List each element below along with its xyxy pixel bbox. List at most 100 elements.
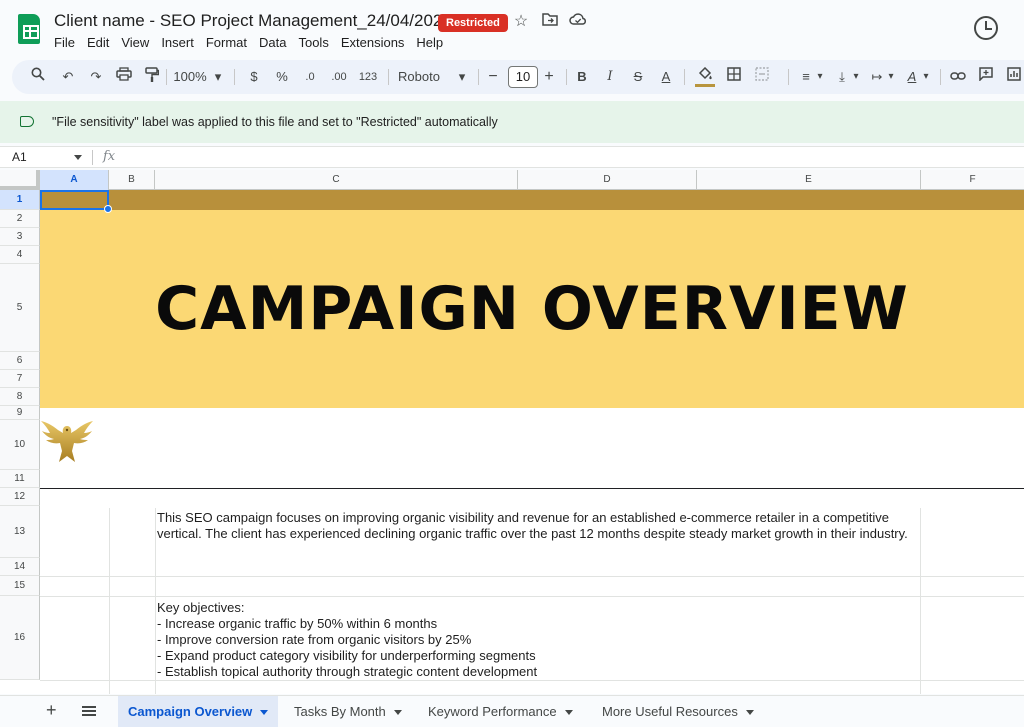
column-header-f[interactable]: F — [921, 170, 1024, 190]
format-currency-button[interactable]: $ — [246, 67, 262, 87]
strikethrough-icon[interactable]: S — [630, 67, 646, 87]
insert-link-icon[interactable] — [948, 67, 968, 87]
column-header-b[interactable]: B — [109, 170, 155, 190]
row-header[interactable]: 1 — [0, 190, 40, 210]
text-color-button[interactable]: A — [658, 67, 674, 87]
menu-view[interactable]: View — [115, 34, 155, 52]
tab-label: Campaign Overview — [128, 704, 253, 719]
menu-extensions[interactable]: Extensions — [335, 34, 411, 52]
spreadsheet-grid[interactable]: A B C D E F 1 2 3 4 5 6 7 8 9 10 11 12 1… — [0, 170, 1024, 694]
column-header-row: A B C D E F — [0, 170, 1024, 190]
horizontal-align-icon[interactable]: ≡ — [798, 67, 814, 87]
cloud-saved-icon[interactable] — [568, 12, 588, 32]
italic-button[interactable]: I — [602, 67, 618, 87]
insert-comment-icon[interactable] — [976, 67, 996, 87]
menu-data[interactable]: Data — [253, 34, 292, 52]
fill-handle[interactable] — [104, 205, 112, 213]
tab-campaign-overview[interactable]: Campaign Overview — [118, 696, 279, 727]
menu-format[interactable]: Format — [200, 34, 253, 52]
column-header-d[interactable]: D — [518, 170, 697, 190]
cell-area[interactable]: CAMPAIGN OVERVIEW This SEO campaign focu… — [40, 190, 1024, 694]
wrap-caret-icon[interactable]: ▾ — [886, 67, 896, 87]
paint-format-icon[interactable] — [142, 67, 162, 87]
row-header[interactable]: 12 — [0, 488, 40, 506]
menu-tools[interactable]: Tools — [292, 34, 334, 52]
version-history-icon[interactable] — [974, 16, 998, 40]
row-header[interactable]: 9 — [0, 406, 40, 420]
menu-help[interactable]: Help — [410, 34, 449, 52]
row-header[interactable]: 8 — [0, 388, 40, 406]
row-header[interactable]: 15 — [0, 576, 40, 596]
redo-icon[interactable]: ↷ — [86, 67, 106, 87]
menu-insert[interactable]: Insert — [155, 34, 200, 52]
borders-icon[interactable] — [724, 67, 744, 87]
move-folder-icon[interactable] — [540, 12, 560, 32]
print-icon[interactable] — [114, 67, 134, 87]
row-header[interactable]: 16 — [0, 596, 40, 680]
decrease-font-size-icon[interactable]: − — [486, 67, 500, 87]
text-rotation-icon[interactable]: A — [904, 67, 920, 87]
star-icon[interactable]: ☆ — [511, 12, 531, 32]
document-title[interactable]: Client name - SEO Project Management_24/… — [54, 11, 452, 31]
campaign-intro-text[interactable]: This SEO campaign focuses on improving o… — [157, 510, 917, 542]
increase-decimal-button[interactable]: .00 — [328, 67, 350, 87]
row-header[interactable]: 10 — [0, 420, 40, 470]
column-header-e[interactable]: E — [697, 170, 921, 190]
section-divider — [40, 488, 1024, 489]
restricted-badge[interactable]: Restricted — [438, 14, 508, 32]
tab-more-useful-resources[interactable]: More Useful Resources — [592, 696, 764, 727]
menu-edit[interactable]: Edit — [81, 34, 115, 52]
column-header-a[interactable]: A — [40, 170, 109, 190]
column-header-c[interactable]: C — [155, 170, 518, 190]
valign-caret-icon[interactable]: ▾ — [851, 67, 861, 87]
font-select[interactable]: Roboto — [398, 67, 444, 87]
active-cell-selection[interactable] — [40, 190, 109, 210]
name-box-caret-icon[interactable] — [74, 155, 82, 160]
select-all-corner[interactable] — [0, 170, 40, 190]
menu-bar: File Edit View Insert Format Data Tools … — [54, 34, 449, 52]
tab-keyword-performance[interactable]: Keyword Performance — [418, 696, 583, 727]
search-menus-icon[interactable] — [28, 67, 48, 87]
row-header[interactable]: 4 — [0, 246, 40, 264]
golden-eagle-logo — [40, 416, 94, 466]
rotation-caret-icon[interactable]: ▾ — [921, 67, 931, 87]
row-header[interactable]: 11 — [0, 470, 40, 488]
row-header[interactable]: 5 — [0, 264, 40, 352]
insert-chart-icon[interactable] — [1004, 67, 1024, 87]
halign-caret-icon[interactable]: ▾ — [815, 67, 825, 87]
zoom-select[interactable]: 100% — [172, 67, 208, 87]
font-caret-icon[interactable]: ▾ — [456, 67, 468, 87]
font-size-input[interactable]: 10 — [508, 66, 538, 88]
row-header[interactable]: 6 — [0, 352, 40, 370]
tab-caret-icon[interactable] — [564, 710, 573, 716]
sheets-logo-icon[interactable] — [18, 14, 40, 44]
row-header[interactable]: 14 — [0, 558, 40, 576]
merge-cells-icon[interactable] — [752, 67, 772, 87]
zoom-caret-icon[interactable]: ▾ — [212, 67, 224, 87]
row-header[interactable]: 13 — [0, 506, 40, 558]
formula-bar: A1 fx — [0, 146, 1024, 168]
row-header[interactable]: 3 — [0, 228, 40, 246]
bold-button[interactable]: B — [574, 67, 590, 87]
row-header[interactable]: 2 — [0, 210, 40, 228]
tab-tasks-by-month[interactable]: Tasks By Month — [284, 696, 412, 727]
increase-font-size-icon[interactable]: + — [542, 67, 556, 87]
vertical-align-icon[interactable]: ⤓ — [834, 67, 850, 87]
tab-caret-icon[interactable] — [260, 710, 269, 716]
name-box[interactable]: A1 — [12, 150, 27, 164]
text-wrapping-icon[interactable]: ↦ — [869, 67, 885, 87]
more-formats-button[interactable]: 123 — [356, 67, 380, 87]
all-sheets-icon[interactable] — [82, 706, 96, 716]
menu-file[interactable]: File — [54, 34, 81, 52]
tab-caret-icon[interactable] — [393, 710, 402, 716]
sheets-app: Client name - SEO Project Management_24/… — [0, 0, 1024, 727]
undo-icon[interactable]: ↶ — [58, 67, 78, 87]
tab-caret-icon[interactable] — [745, 710, 754, 716]
format-percent-button[interactable]: % — [274, 67, 290, 87]
logo-row — [40, 409, 1024, 469]
key-objectives-text[interactable]: Key objectives: - Increase organic traff… — [157, 600, 917, 680]
add-sheet-icon[interactable]: + — [46, 700, 57, 721]
decrease-decimal-button[interactable]: .0 — [300, 67, 320, 87]
fx-icon: fx — [103, 149, 116, 164]
row-header[interactable]: 7 — [0, 370, 40, 388]
